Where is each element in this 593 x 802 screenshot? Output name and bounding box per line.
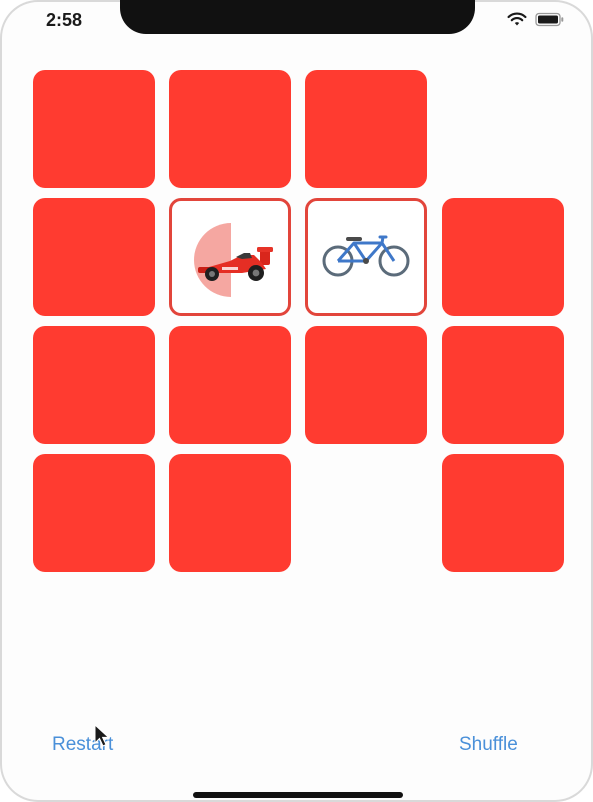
wifi-icon — [507, 12, 527, 32]
status-icons — [507, 12, 565, 32]
card-back[interactable] — [442, 198, 564, 316]
battery-icon — [535, 12, 565, 32]
home-indicator — [193, 792, 403, 798]
card-back[interactable] — [305, 326, 427, 444]
card-back[interactable] — [442, 326, 564, 444]
card-back[interactable] — [169, 326, 291, 444]
phone-screen: 2:58 Restart Shuffle — [0, 0, 593, 802]
status-time: 2:58 — [46, 10, 83, 30]
card-back[interactable] — [33, 326, 155, 444]
card-back[interactable] — [169, 70, 291, 188]
card-back[interactable] — [33, 454, 155, 572]
bicycle-icon — [320, 233, 412, 282]
shuffle-button[interactable]: Shuffle — [459, 734, 518, 756]
card-back[interactable] — [33, 198, 155, 316]
card-back[interactable] — [442, 454, 564, 572]
card-face-up[interactable] — [305, 198, 427, 316]
device-notch — [120, 0, 475, 34]
card-back[interactable] — [33, 70, 155, 188]
mouse-pointer-icon — [94, 723, 112, 753]
race-car-icon — [196, 243, 280, 288]
card-back[interactable] — [169, 454, 291, 572]
card-face-up[interactable] — [169, 198, 291, 316]
card-back[interactable] — [305, 70, 427, 188]
